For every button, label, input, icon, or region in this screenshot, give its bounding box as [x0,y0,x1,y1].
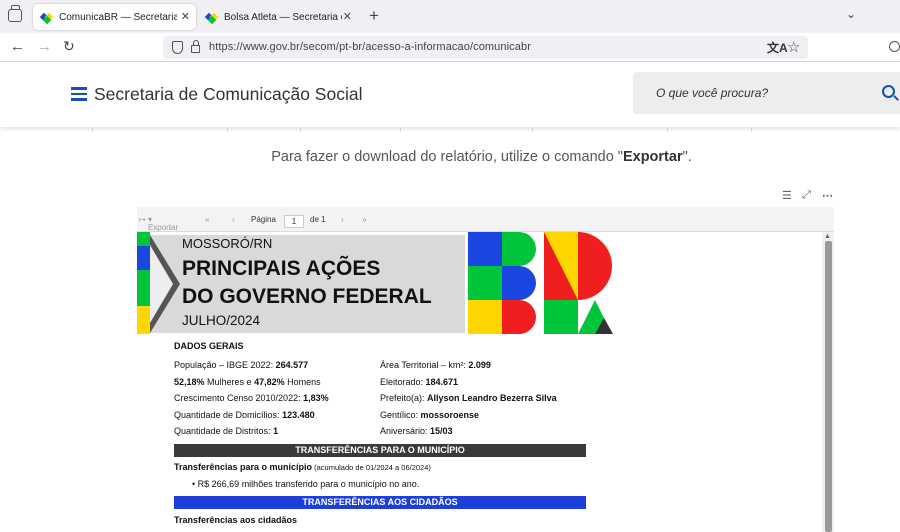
stripe-green [137,270,150,306]
more-options-icon[interactable]: ⋯ [822,189,833,202]
new-tab-button[interactable]: + [369,6,379,26]
last-page-icon[interactable]: » [362,215,366,224]
site-title[interactable]: Secretaria de Comunicação Social [94,84,362,105]
citizen-transfers-bar: TRANSFERÊNCIAS AOS CIDADÃOS [174,496,586,509]
tab-title: ComunicaBR — Secretaria de C [59,11,177,23]
extension-icon[interactable] [889,41,900,52]
households-row: Quantidade de Domicílios: 123.480 [174,409,315,420]
population-row: População – IBGE 2022: 264.577 [174,360,309,370]
govbr-favicon-icon [204,11,219,25]
forward-arrow-icon[interactable]: → [37,38,52,55]
search-icon[interactable] [882,85,895,98]
export-instruction: Para fazer o download do relatório, util… [271,149,692,165]
lock-icon[interactable] [191,40,200,53]
municipality-transfers-title: Transferências para o município (acumula… [174,462,431,472]
next-page-icon[interactable]: › [341,215,344,224]
chevron-down-icon[interactable]: ⌄ [846,7,856,21]
report-month: JULHO/2024 [182,313,261,328]
section-heading: DADOS GERAIS [174,341,244,351]
anniversary-row: Aniversário: 15/03 [380,426,453,436]
page-number-input[interactable]: 1 [284,215,304,228]
back-arrow-icon[interactable]: ← [10,38,25,55]
demonym-row: Gentílico: mossoroense [380,409,480,420]
menu-icon[interactable] [71,87,87,101]
search-input[interactable]: O que você procura? [633,72,900,114]
page-count: de 1 [310,215,326,224]
reload-icon[interactable]: ↻ [63,38,75,55]
districts-row: Quantidade de Distritos: 1 [174,426,279,436]
stripe-yellow [137,306,150,334]
stripe-blue [137,246,150,270]
first-page-icon[interactable]: « [205,215,209,224]
translate-icon[interactable]: 文A [767,39,788,56]
scroll-thumb[interactable] [825,241,832,532]
close-tab-icon[interactable]: ✕ [181,10,190,23]
report-toolbar: ↦ Exportar ▾ « ‹ Página 1 de 1 › » [137,207,834,232]
address-bar[interactable]: https://www.gov.br/secom/pt-br/acesso-a-… [163,36,808,59]
menu-dividers [92,127,752,131]
municipality-transfers-bar: TRANSFERÊNCIAS PARA O MUNICÍPIO [174,444,586,457]
tab-bolsa-atleta[interactable]: Bolsa Atleta — Secretaria de Co ✕ [198,4,358,30]
search-placeholder: O que você procura? [656,86,769,100]
general-data-right: Área Territorial – km²: 2.099 Eleitorado… [380,360,557,443]
bookmark-star-icon[interactable]: ☆ [787,38,800,56]
area-row: Área Territorial – km²: 2.099 [380,360,491,370]
voters-row: Eleitorado: 184.671 [380,376,459,387]
prev-page-icon[interactable]: ‹ [232,215,235,224]
govbr-favicon-icon [39,11,54,25]
tab-comunicabr[interactable]: ComunicaBR — Secretaria de C ✕ [33,4,196,30]
report-page: MOSSORÓ/RN PRINCIPAIS AÇÕES DO GOVERNO F… [137,232,822,532]
url-text[interactable]: https://www.gov.br/secom/pt-br/acesso-a-… [209,41,531,53]
browser-tab-bar: ComunicaBR — Secretaria de C ✕ Bolsa Atl… [0,0,900,33]
filter-icon[interactable]: ☰ [782,189,792,202]
chevron-shape [150,245,173,323]
focus-mode-icon[interactable]: ⤢ [802,189,811,202]
close-tab-icon[interactable]: ✕ [343,10,352,23]
report-headline: PRINCIPAIS AÇÕES DO GOVERNO FEDERAL [182,257,432,308]
tab-list-icon[interactable] [8,5,22,22]
page-label: Página [251,215,276,224]
export-command: Exportar [622,149,683,165]
gender-row: 52,18% Mulheres e 47,82% Homens [174,376,321,387]
municipality-transfer-item: • R$ 266,69 milhões transferido para o m… [192,479,420,489]
tab-title: Bolsa Atleta — Secretaria de Co [224,11,342,23]
report-viewer: ↦ Exportar ▾ « ‹ Página 1 de 1 › » MOSSO… [137,207,834,532]
stripe-green [137,232,150,246]
site-header: Secretaria de Comunicação Social O que v… [0,63,900,127]
scroll-up-icon[interactable]: ▲ [824,233,831,240]
shield-icon[interactable] [172,41,183,54]
growth-row: Crescimento Censo 2010/2022: 1,83% [174,393,329,403]
general-data-left: População – IBGE 2022: 264.577 52,18% Mu… [174,360,329,443]
report-scrollbar[interactable]: ▲ [822,233,834,532]
br-government-logo [468,232,613,334]
mayor-row: Prefeito(a): Allyson Leandro Bezerra Sil… [380,393,557,403]
export-button[interactable]: ↦ Exportar ▾ [139,215,178,232]
browser-nav-bar: ← → ↻ https://www.gov.br/secom/pt-br/ace… [0,33,900,62]
report-city: MOSSORÓ/RN [182,236,273,251]
citizen-transfers-title: Transferências aos cidadãos [174,515,298,525]
